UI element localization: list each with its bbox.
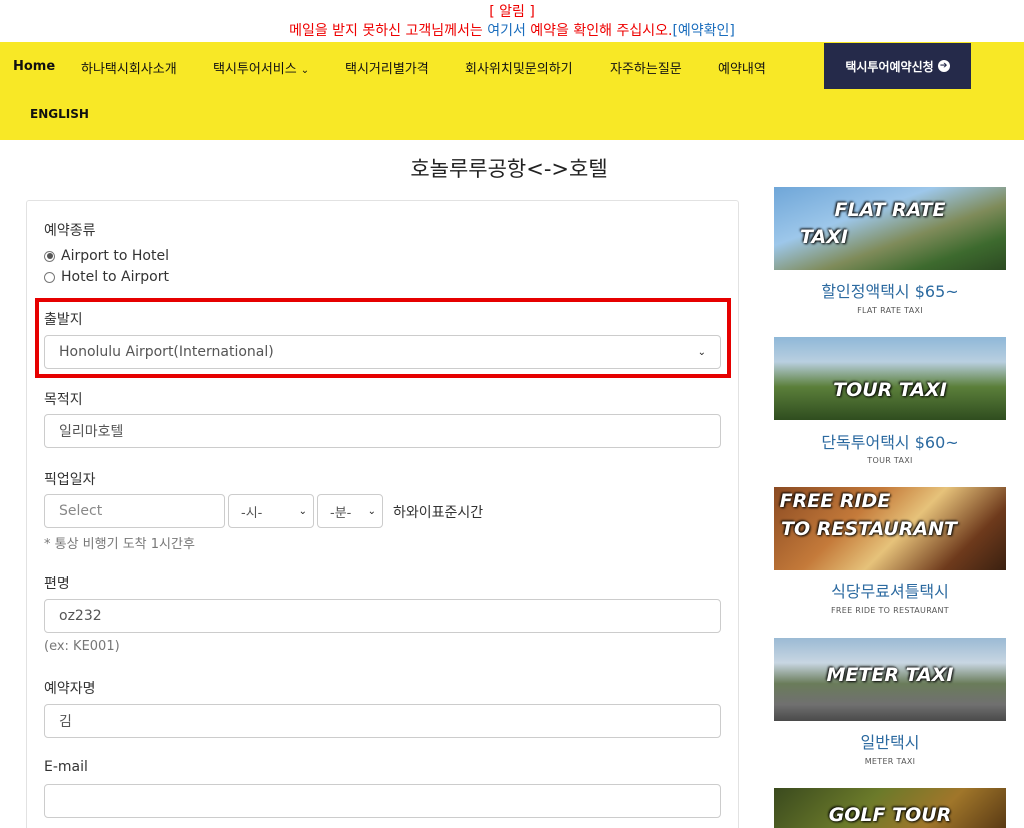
flight-value: oz232: [59, 608, 102, 624]
nav-home[interactable]: Home: [13, 59, 55, 74]
minute-select[interactable]: -분- ⌄: [317, 494, 383, 528]
email-input[interactable]: [44, 784, 721, 818]
tour-taxi-banner[interactable]: TOUR TAXI: [774, 337, 1006, 420]
nav-company-intro[interactable]: 하나택시회사소개: [81, 58, 177, 77]
radio-hotel-to-airport-label: Hotel to Airport: [61, 269, 169, 285]
flat-rate-taxi-title[interactable]: 할인정액택시 $65~: [774, 278, 1006, 302]
radio-checked-icon: [44, 250, 55, 262]
banner-text: TOUR TAXI: [833, 379, 947, 401]
destination-input[interactable]: 일리마호텔: [44, 414, 721, 448]
nav-reservation-history[interactable]: 예약내역: [718, 58, 766, 77]
notice-banner: [ 알림 ] 메일을 받지 못하신 고객님께서는 여기서 예약을 확인해 주십시…: [0, 0, 1024, 42]
radio-airport-to-hotel-label: Airport to Hotel: [61, 248, 169, 264]
tour-reservation-label: 택시투어예약신청: [845, 59, 934, 74]
arrow-circle-right-icon: ➔: [937, 60, 950, 72]
chevron-down-icon: ⌄: [298, 505, 307, 517]
chevron-down-icon: ⌄: [367, 505, 376, 517]
main-navigation: Home 하나택시회사소개 택시투어서비스 ⌄ 택시거리별가격 회사위치및문의하기…: [0, 42, 1024, 140]
banner-text: TO RESTAURANT: [781, 518, 957, 540]
golf-tour-banner[interactable]: GOLF TOUR: [774, 788, 1006, 828]
chevron-down-icon: ⌄: [300, 65, 310, 76]
banner-text: FLAT RATE: [834, 199, 946, 221]
pickup-date-label: 픽업일자: [44, 472, 96, 488]
reservation-type-label: 예약종류: [44, 223, 96, 239]
notice-text-after: 예약을 확인해 주십시오.: [525, 23, 673, 39]
nav-location-contact[interactable]: 회사위치및문의하기: [465, 58, 573, 77]
nav-faq[interactable]: 자주하는질문: [610, 58, 682, 77]
departure-label: 출발지: [44, 312, 83, 328]
nav-taxi-tour-service[interactable]: 택시투어서비스 ⌄: [213, 58, 309, 77]
notice-text-before: 메일을 받지 못하신 고객님께서는: [289, 23, 488, 39]
timezone-text: 하와이표준시간: [393, 505, 484, 521]
hour-value: -시-: [241, 505, 263, 521]
free-ride-restaurant-sub: FREE RIDE TO RESTAURANT: [831, 606, 949, 615]
radio-airport-to-hotel[interactable]: Airport to Hotel: [44, 248, 169, 264]
free-ride-restaurant-title[interactable]: 식당무료셔틀택시: [774, 578, 1006, 602]
tour-taxi-sub: TOUR TAXI: [867, 456, 913, 465]
departure-value: Honolulu Airport(International): [59, 344, 274, 360]
tour-reservation-button[interactable]: 택시투어예약신청 ➔: [824, 43, 971, 89]
destination-label: 목적지: [44, 392, 83, 408]
destination-value: 일리마호텔: [59, 424, 124, 440]
name-input[interactable]: 김: [44, 704, 721, 738]
reservation-confirm-link[interactable]: [예약확인]: [672, 23, 734, 39]
notice-here-link[interactable]: 여기서: [487, 23, 526, 39]
radio-unchecked-icon: [44, 271, 55, 283]
radio-hotel-to-airport[interactable]: Hotel to Airport: [44, 269, 169, 285]
name-value: 김: [59, 714, 72, 730]
flat-rate-taxi-banner[interactable]: FLAT RATE TAXI: [774, 187, 1006, 270]
meter-taxi-title[interactable]: 일반택시: [774, 729, 1006, 753]
meter-taxi-sub: METER TAXI: [864, 757, 916, 766]
banner-text: METER TAXI: [826, 664, 954, 686]
nav-distance-price[interactable]: 택시거리별가격: [345, 58, 429, 77]
nav-english[interactable]: ENGLISH: [30, 107, 89, 121]
pickup-date-input[interactable]: Select: [44, 494, 225, 528]
free-ride-restaurant-banner[interactable]: FREE RIDE TO RESTAURANT: [774, 487, 1006, 570]
chevron-down-icon: ⌄: [697, 346, 706, 358]
hour-select[interactable]: -시- ⌄: [228, 494, 314, 528]
name-label: 예약자명: [44, 681, 96, 697]
tour-taxi-title[interactable]: 단독투어택시 $60~: [774, 429, 1006, 453]
banner-text: TAXI: [800, 226, 848, 248]
notice-line: 메일을 받지 못하신 고객님께서는 여기서 예약을 확인해 주십시오.[예약확인…: [0, 22, 1024, 41]
pickup-date-placeholder: Select: [59, 503, 103, 519]
banner-text: FREE RIDE: [779, 490, 891, 512]
flight-input[interactable]: oz232: [44, 599, 721, 633]
meter-taxi-banner[interactable]: METER TAXI: [774, 638, 1006, 721]
page-title: 호놀루루공항<->호텔: [410, 157, 608, 181]
banner-text: GOLF TOUR: [828, 804, 952, 826]
flat-rate-taxi-sub: FLAT RATE TAXI: [857, 306, 923, 315]
notice-title: [ 알림 ]: [489, 4, 535, 20]
pickup-hint: * 통상 비행기 도착 1시간후: [44, 537, 195, 552]
flight-label: 편명: [44, 576, 70, 592]
flight-hint: (ex: KE001): [44, 639, 120, 654]
minute-value: -분-: [330, 505, 352, 521]
departure-select[interactable]: Honolulu Airport(International) ⌄: [44, 335, 721, 369]
email-label: E-mail: [44, 759, 88, 775]
nav-taxi-tour-service-label: 택시투어서비스: [213, 62, 297, 77]
